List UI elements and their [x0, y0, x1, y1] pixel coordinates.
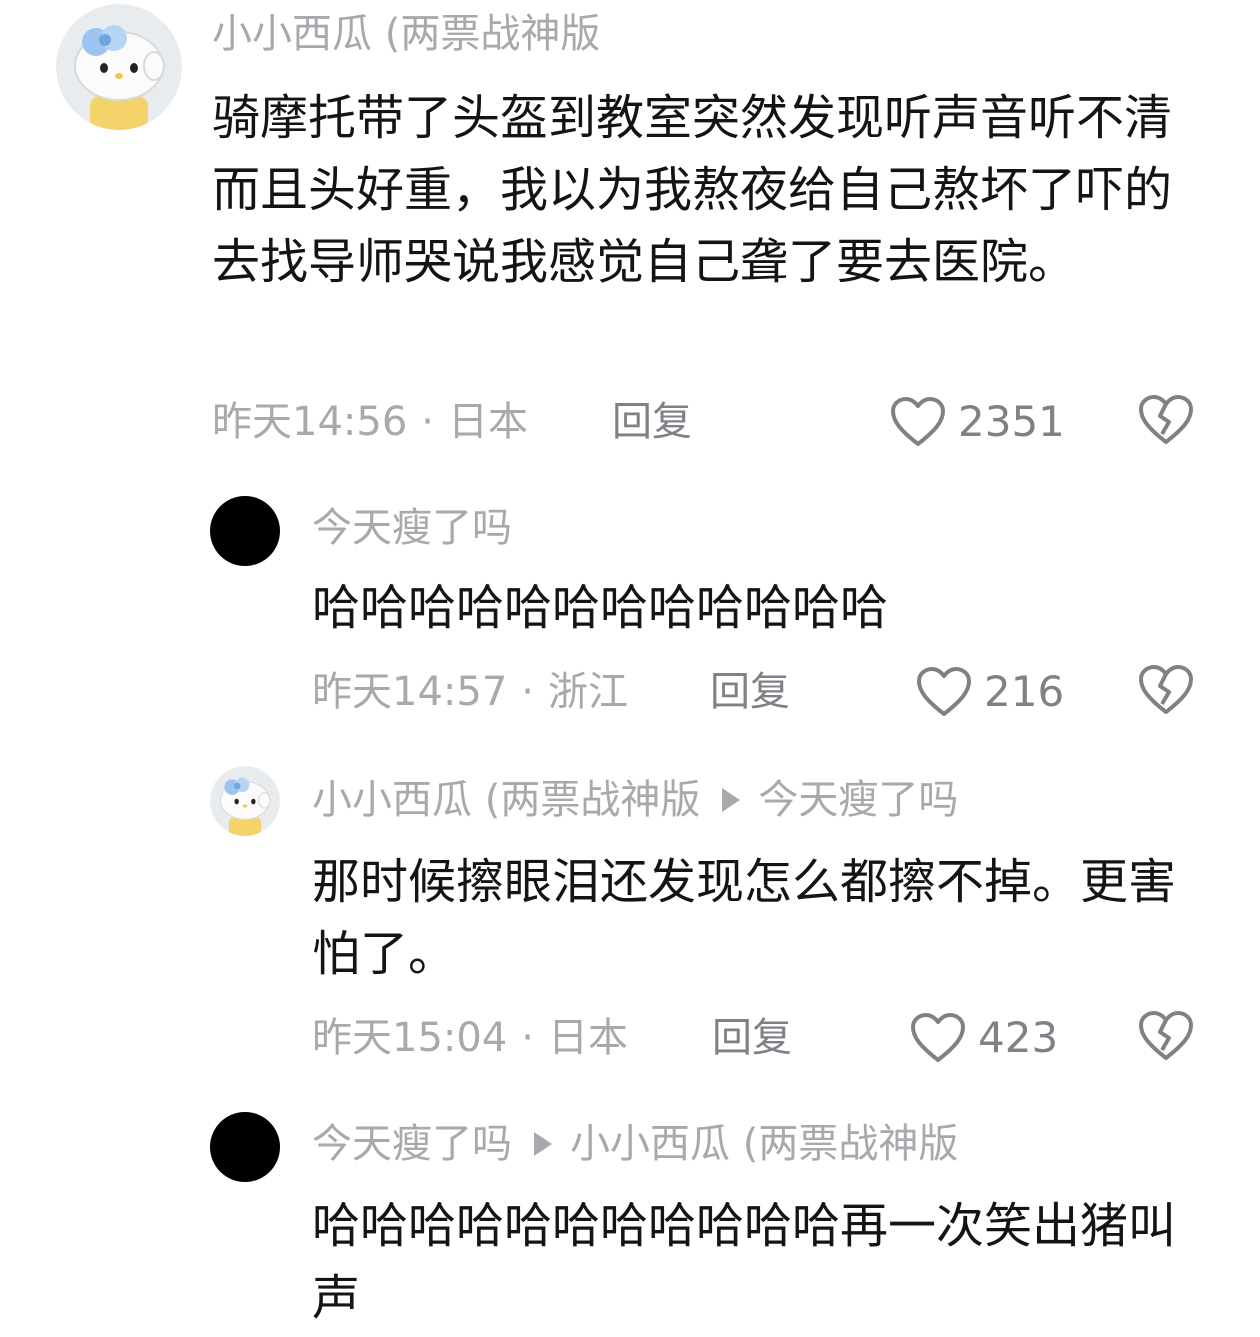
reply-button[interactable]: 回复: [612, 398, 692, 446]
comment-text: 哈哈哈哈哈哈哈哈哈哈哈再一次笑出猪叫声: [312, 1198, 1177, 1326]
broken-heart-icon: [1139, 395, 1193, 444]
broken-heart-icon: [1139, 665, 1193, 714]
reply-button[interactable]: 回复: [712, 1014, 792, 1062]
comment-meta: 昨天15:04 · 日本: [312, 1015, 628, 1061]
reply-to-name[interactable]: 今天瘦了吗: [758, 776, 958, 824]
like-button[interactable]: 2351: [890, 396, 1065, 448]
reply-arrow-icon: [722, 788, 741, 812]
location: 日本: [448, 399, 528, 445]
like-count: 423: [978, 1013, 1059, 1062]
username[interactable]: 今天瘦了吗: [312, 504, 512, 552]
avatar[interactable]: [210, 496, 280, 566]
comment-text: 哈哈哈哈哈哈哈哈哈哈哈哈: [312, 580, 889, 636]
dislike-button[interactable]: [1138, 664, 1194, 720]
author-name[interactable]: 小小西瓜 (两票战神版: [312, 776, 700, 824]
author-name[interactable]: 今天瘦了吗: [312, 1120, 512, 1168]
comment-meta: 昨天14:57 · 浙江: [312, 669, 628, 715]
dislike-button[interactable]: [1138, 1010, 1194, 1066]
location: 日本: [548, 1015, 628, 1061]
like-count: 216: [984, 667, 1065, 716]
heart-icon: [911, 1013, 965, 1062]
location: 浙江: [548, 669, 628, 715]
avatar[interactable]: [210, 766, 280, 836]
reply-arrow-icon: [534, 1132, 552, 1156]
comment-text: 那时候擦眼泪还发现怎么都擦不掉。更害怕了。: [312, 854, 1177, 982]
timestamp: 昨天15:04: [312, 1015, 508, 1061]
like-count: 2351: [958, 397, 1065, 446]
reply-button[interactable]: 回复: [710, 668, 790, 716]
username[interactable]: 小小西瓜 (两票战神版: [212, 10, 600, 58]
like-button[interactable]: 216: [916, 666, 1064, 718]
avatar[interactable]: [56, 4, 182, 130]
timestamp: 昨天14:57: [312, 669, 508, 715]
like-button[interactable]: 423: [910, 1012, 1058, 1064]
comment-meta: 昨天14:56 · 日本: [212, 399, 528, 445]
avatar[interactable]: [210, 1112, 280, 1182]
reply-to-name[interactable]: 小小西瓜 (两票战神版: [570, 1120, 958, 1168]
dislike-button[interactable]: [1138, 394, 1194, 450]
username: 小小西瓜 (两票战神版 今天瘦了吗: [312, 776, 958, 824]
username: 今天瘦了吗 小小西瓜 (两票战神版: [312, 1120, 958, 1168]
broken-heart-icon: [1139, 1011, 1193, 1060]
timestamp: 昨天14:56: [212, 399, 408, 445]
comment-text: 骑摩托带了头盔到教室突然发现听声音听不清而且头好重，我以为我熬夜给自己熬坏了吓的…: [212, 90, 1173, 290]
heart-icon: [917, 667, 971, 716]
heart-icon: [891, 397, 945, 446]
